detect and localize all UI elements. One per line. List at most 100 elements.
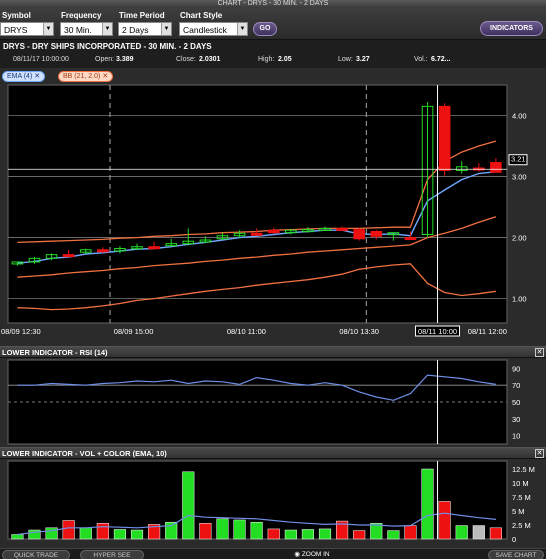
volume-bar xyxy=(284,529,297,540)
high-label: High: xyxy=(258,56,275,63)
quote-info-bar: DRYS - DRY SHIPS INCORPORATED - 30 MIN. … xyxy=(0,40,546,68)
period-value: 2 Days xyxy=(122,25,149,35)
volume-bar xyxy=(11,534,24,540)
rsi-chart[interactable]: 90 70 50 30 10 xyxy=(0,358,546,447)
volume-bar xyxy=(421,468,434,540)
rsi-y-tick-label: 90 xyxy=(512,364,520,373)
volume-bar xyxy=(267,528,280,540)
style-label: Chart Style xyxy=(180,11,223,20)
volume-bar xyxy=(130,529,144,540)
close-icon[interactable]: ✕ xyxy=(535,449,544,458)
time-period-select[interactable]: 2 Days ▼ xyxy=(118,22,172,36)
rsi-y-tick-label: 70 xyxy=(512,381,520,390)
candle-body xyxy=(267,229,280,234)
volume-bar xyxy=(113,529,126,540)
chevron-down-icon[interactable]: ▼ xyxy=(237,23,247,35)
volume-bar xyxy=(165,521,178,540)
price-plot-area xyxy=(7,84,508,324)
volume-bar xyxy=(182,471,195,540)
volume-bar xyxy=(387,530,400,540)
zoom-in-button[interactable]: ◉ ZOOM IN xyxy=(282,550,342,559)
volume-y-tick-label: 12.5 M xyxy=(512,465,535,474)
open-label: Open: xyxy=(95,56,115,63)
candle-body xyxy=(353,229,365,240)
volume-bar xyxy=(489,527,502,540)
y-tick-label: 4.00 xyxy=(512,112,527,121)
candle-body xyxy=(97,249,109,253)
quote-datetime: 08/11/17 10:00:00 xyxy=(13,56,69,63)
volume-panel-title: LOWER INDICATOR - VOL + COLOR (EMA, 10) xyxy=(2,449,167,458)
candle-body xyxy=(148,246,160,250)
zoom-in-icon: ◉ xyxy=(294,551,301,558)
volume-bar xyxy=(62,520,75,540)
volume-bar xyxy=(472,525,485,540)
rsi-y-tick-label: 10 xyxy=(512,432,520,441)
volume-y-tick-label: 2.5 M xyxy=(512,521,531,530)
candle-body xyxy=(250,232,263,236)
close-value: 2.0301 xyxy=(199,56,221,63)
y-tick-label: 2.00 xyxy=(512,234,527,243)
symbol-select[interactable]: DRYS ▼ xyxy=(0,22,54,36)
vol-value: 6.72... xyxy=(431,56,451,63)
candle-body xyxy=(490,162,502,173)
x-tick-label: 08/09 12:30 xyxy=(1,327,41,336)
volume-y-tick-label: 10 M xyxy=(512,479,529,488)
volume-bar xyxy=(233,519,246,540)
volume-bar xyxy=(301,529,314,540)
volume-bar xyxy=(250,521,263,540)
volume-y-tick-label: 7.5 M xyxy=(512,493,531,502)
vol-label: Vol.: xyxy=(414,56,428,63)
low-value: 3.27 xyxy=(356,56,370,63)
y-tick-label: 3.00 xyxy=(512,173,527,182)
rsi-panel-header: LOWER INDICATOR - RSI (14) ✕ xyxy=(0,346,546,358)
frequency-select[interactable]: 30 Min. ▼ xyxy=(60,22,113,36)
candle-body xyxy=(336,227,348,231)
volume-bar xyxy=(199,523,212,540)
save-chart-button[interactable]: SAVE CHART xyxy=(488,550,544,559)
rsi-panel-title: LOWER INDICATOR - RSI (14) xyxy=(2,348,108,357)
volume-panel-header: LOWER INDICATOR - VOL + COLOR (EMA, 10) … xyxy=(0,447,546,459)
close-icon[interactable]: ✕ xyxy=(535,348,544,357)
quick-trade-button[interactable]: QUICK TRADE xyxy=(2,550,70,559)
y-tick-label: 1.00 xyxy=(512,295,527,304)
indicators-button[interactable]: INDICATORS xyxy=(480,21,543,36)
symbol-value: DRYS xyxy=(4,25,28,35)
symbol-label: Symbol xyxy=(2,11,31,20)
price-chart[interactable]: 4.00 3.00 2.00 1.00 08/09 12:30 08/09 15:00 08… xyxy=(0,68,546,346)
chevron-down-icon[interactable]: ▼ xyxy=(43,23,53,35)
volume-bar xyxy=(353,530,366,540)
last-price-label: 3.21 xyxy=(511,155,526,164)
high-value: 2.05 xyxy=(278,56,292,63)
zoom-in-label: ZOOM IN xyxy=(301,551,330,558)
bottom-toolbar: QUICK TRADE HYPER SEE ◉ ZOOM IN SAVE CHA… xyxy=(0,548,546,559)
chevron-down-icon[interactable]: ▼ xyxy=(102,23,112,35)
volume-bar xyxy=(96,523,109,540)
x-tick-label: 08/09 15:00 xyxy=(114,327,154,336)
style-value: Candlestick xyxy=(183,25,227,35)
period-label: Time Period xyxy=(119,11,165,20)
volume-bar xyxy=(79,527,92,540)
chevron-down-icon[interactable]: ▼ xyxy=(161,23,171,35)
x-tick-label: 08/10 13:30 xyxy=(339,327,379,336)
price-chart-panel: EMA (4) ✕ BB (21, 2.0) ✕ 4.00 3.00 2.00 1.0… xyxy=(0,68,546,346)
volume-bar xyxy=(404,525,417,540)
volume-y-tick-label: 5 M xyxy=(512,507,525,516)
go-button[interactable]: GO xyxy=(253,22,277,36)
volume-bar xyxy=(216,518,229,540)
rsi-y-tick-label: 50 xyxy=(512,398,520,407)
volume-y-tick-label: 0 xyxy=(512,535,516,544)
chart-style-select[interactable]: Candlestick ▼ xyxy=(179,22,248,36)
hyper-see-button[interactable]: HYPER SEE xyxy=(80,550,144,559)
low-label: Low: xyxy=(338,56,353,63)
close-label: Close: xyxy=(176,56,196,63)
candle-body xyxy=(370,230,383,237)
window-title: CHART - DRYS - 30 MIN. - 2 DAYS xyxy=(217,0,329,7)
open-value: 3.389 xyxy=(116,56,134,63)
crosshair-time-label: 08/11 10:00 xyxy=(418,327,457,336)
chart-title: DRYS - DRY SHIPS INCORPORATED - 30 MIN. … xyxy=(3,42,212,51)
frequency-value: 30 Min. xyxy=(64,25,92,35)
candle-body xyxy=(62,254,75,258)
volume-chart[interactable]: 12.5 M 10 M 7.5 M 5 M 2.5 M 0 xyxy=(0,459,546,548)
frequency-label: Frequency xyxy=(61,11,102,20)
volume-bar xyxy=(318,528,332,540)
